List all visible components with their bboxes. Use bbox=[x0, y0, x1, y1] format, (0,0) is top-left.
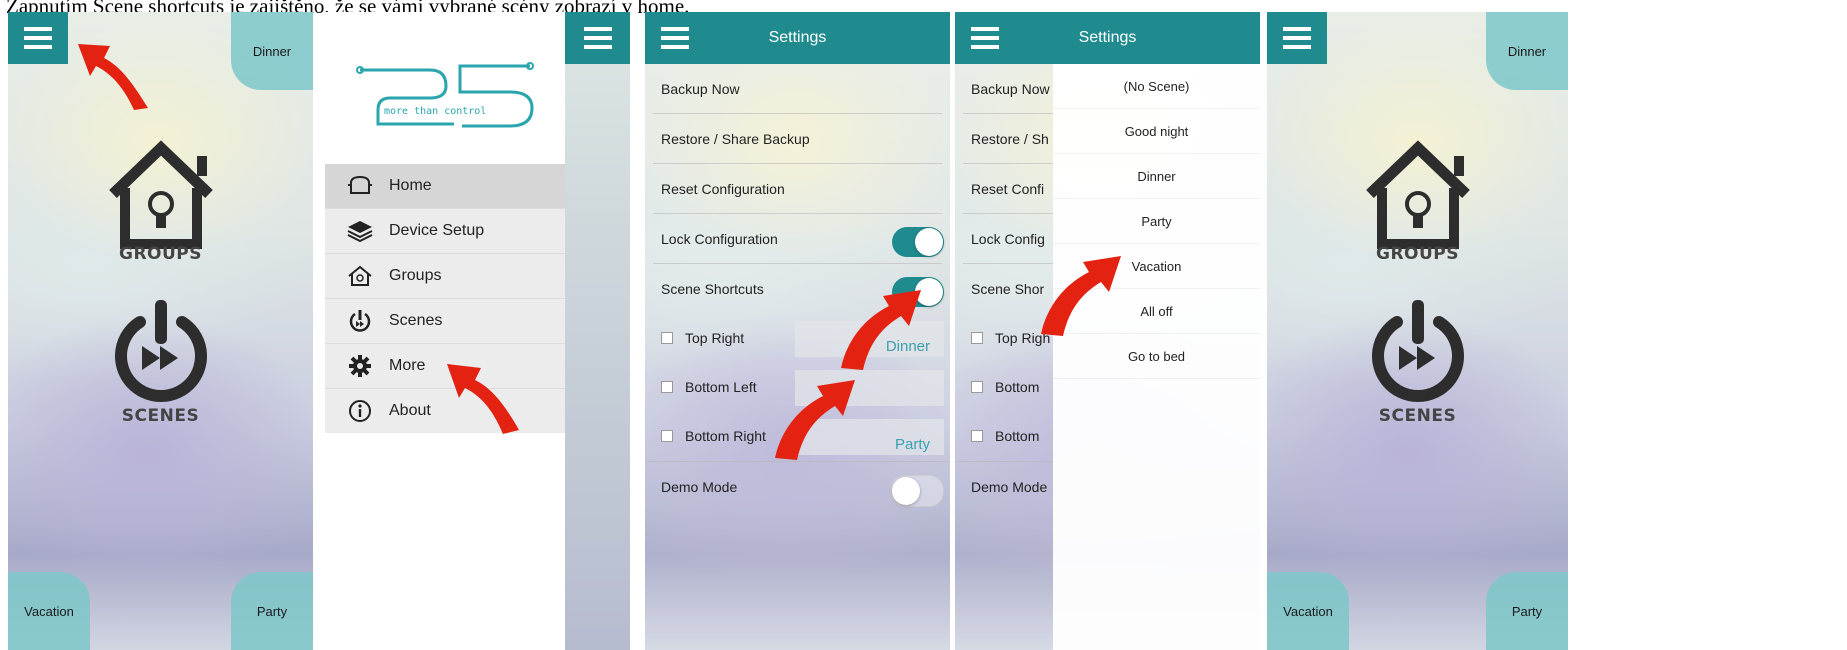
home-screen: Dinner Vacation Party GROUPS SCENES bbox=[8, 12, 313, 650]
row-label: Lock Config bbox=[971, 231, 1045, 247]
select-value: Party bbox=[894, 436, 930, 453]
layers-icon bbox=[345, 218, 375, 244]
groups-label: GROUPS bbox=[118, 244, 202, 264]
power-play-icon bbox=[114, 300, 207, 403]
nav-bar: Settings bbox=[645, 12, 950, 64]
lock-configuration-toggle[interactable] bbox=[892, 227, 944, 257]
row-label: Lock Configuration bbox=[661, 231, 778, 247]
scene-option[interactable]: Dinner bbox=[1053, 154, 1260, 199]
page-title: Settings bbox=[768, 29, 827, 46]
scene-option[interactable]: Good night bbox=[1053, 109, 1260, 154]
menu-item-home[interactable]: Home bbox=[325, 164, 565, 209]
row-label: Scene Shor bbox=[971, 281, 1045, 297]
home-result-screen: Dinner Vacation Party GROUPS SCENES bbox=[1267, 12, 1568, 650]
scene-picker-popup: (No Scene) Good night Dinner Party Vacat… bbox=[1053, 64, 1260, 650]
row-label: Bottom bbox=[995, 379, 1040, 395]
shortcut-label: Dinner bbox=[252, 43, 292, 59]
scene-picker-screen: Settings Backup Now Restore / Sh Reset C… bbox=[955, 12, 1260, 650]
row-label: Restore / Sh bbox=[971, 131, 1049, 147]
row-label: Reset Configuration bbox=[661, 181, 785, 197]
row-label: Backup Now bbox=[971, 81, 1050, 97]
row-label: Bottom Right bbox=[685, 428, 766, 444]
menu-item-label: Device Setup bbox=[389, 222, 485, 239]
menu-item-label: Scenes bbox=[389, 312, 443, 329]
drawer-background bbox=[565, 12, 630, 650]
house-icon bbox=[345, 263, 375, 289]
nav-bar: Settings bbox=[955, 12, 1260, 64]
menu-item-label: About bbox=[389, 402, 431, 419]
menu-item-scenes[interactable]: Scenes bbox=[325, 299, 565, 344]
arrow-icon bbox=[447, 364, 519, 434]
arrow-icon bbox=[841, 290, 921, 370]
house-bulb-icon bbox=[108, 140, 213, 249]
gear-icon bbox=[345, 353, 375, 379]
checkbox[interactable] bbox=[971, 332, 983, 344]
info-icon bbox=[345, 398, 375, 424]
demo-mode-toggle[interactable] bbox=[890, 475, 944, 507]
hamburger-icon bbox=[24, 36, 52, 40]
row-label: Demo Mode bbox=[661, 479, 738, 495]
checkbox[interactable] bbox=[971, 430, 983, 442]
groups-label: GROUPS bbox=[1375, 244, 1459, 264]
menu-item-label: More bbox=[389, 357, 426, 374]
power-play-icon bbox=[1371, 300, 1464, 403]
menu-item-label: Home bbox=[389, 177, 432, 194]
shortcut-bottom-left[interactable]: Vacation bbox=[8, 572, 90, 650]
shortcut-label: Party bbox=[256, 603, 288, 619]
restore-backup-row[interactable]: Restore / Share Backup bbox=[645, 114, 950, 164]
settings-screen: Settings Backup Now Restore / Share Back… bbox=[645, 12, 950, 650]
house-bulb-icon bbox=[1365, 140, 1470, 249]
checkbox[interactable] bbox=[661, 430, 673, 442]
scenes-label: SCENES bbox=[1378, 406, 1457, 426]
shortcut-label: Vacation bbox=[1283, 603, 1333, 619]
lock-configuration-row: Lock Configuration bbox=[645, 214, 950, 264]
row-label: Backup Now bbox=[661, 81, 740, 97]
checkbox[interactable] bbox=[661, 332, 673, 344]
menu-item-label: Groups bbox=[389, 267, 442, 284]
drawer-panel: more than control Home Device Setup Grou… bbox=[325, 12, 565, 650]
shortcut-label: Party bbox=[1511, 603, 1543, 619]
shortcut-bottom-right[interactable]: Party bbox=[1486, 572, 1568, 650]
logo-image: more than control bbox=[356, 62, 534, 128]
logo-text: more than control bbox=[384, 106, 486, 117]
scene-option[interactable]: Go to bed bbox=[1053, 334, 1260, 379]
menu-drawer-screen: more than control Home Device Setup Grou… bbox=[325, 12, 630, 650]
shortcut-bottom-left[interactable]: Vacation bbox=[1267, 572, 1349, 650]
menu-button[interactable] bbox=[565, 12, 630, 64]
menu-item-groups[interactable]: Groups bbox=[325, 254, 565, 299]
shortcut-top-right[interactable]: Dinner bbox=[231, 12, 313, 90]
row-label: Bottom bbox=[995, 428, 1040, 444]
shortcut-bottom-right[interactable]: Party bbox=[231, 572, 313, 650]
row-label: Scene Shortcuts bbox=[661, 281, 764, 297]
shortcut-label: Dinner bbox=[1507, 43, 1547, 59]
demo-mode-row: Demo Mode bbox=[645, 461, 950, 512]
menu-button[interactable] bbox=[1267, 12, 1327, 64]
row-label: Reset Confi bbox=[971, 181, 1045, 197]
row-label: Bottom Left bbox=[685, 379, 757, 395]
arrow-icon bbox=[1041, 256, 1121, 336]
backup-now-row[interactable]: Backup Now bbox=[645, 64, 950, 114]
hamburger-icon bbox=[1283, 36, 1311, 40]
menu-button[interactable] bbox=[8, 12, 68, 64]
scenes-label: SCENES bbox=[121, 406, 200, 426]
menu-item-device-setup[interactable]: Device Setup bbox=[325, 209, 565, 254]
checkbox[interactable] bbox=[971, 381, 983, 393]
row-label: Top Right bbox=[685, 330, 745, 346]
row-label: Demo Mode bbox=[971, 479, 1048, 495]
row-label: Restore / Share Backup bbox=[661, 131, 810, 147]
reset-configuration-row[interactable]: Reset Configuration bbox=[645, 164, 950, 214]
checkbox[interactable] bbox=[661, 381, 673, 393]
shortcut-label: Vacation bbox=[24, 603, 74, 619]
power-icon bbox=[345, 308, 375, 334]
sofa-icon bbox=[345, 173, 375, 199]
scene-option[interactable]: Party bbox=[1053, 199, 1260, 244]
hamburger-icon bbox=[583, 36, 612, 40]
arrow-icon bbox=[775, 380, 855, 460]
page-title: Settings bbox=[1078, 29, 1137, 46]
toggle-knob bbox=[915, 228, 943, 256]
toggle-knob bbox=[892, 477, 920, 505]
shortcut-top-right[interactable]: Dinner bbox=[1486, 12, 1568, 90]
arrow-icon bbox=[78, 44, 148, 110]
scene-option[interactable]: (No Scene) bbox=[1053, 64, 1260, 109]
